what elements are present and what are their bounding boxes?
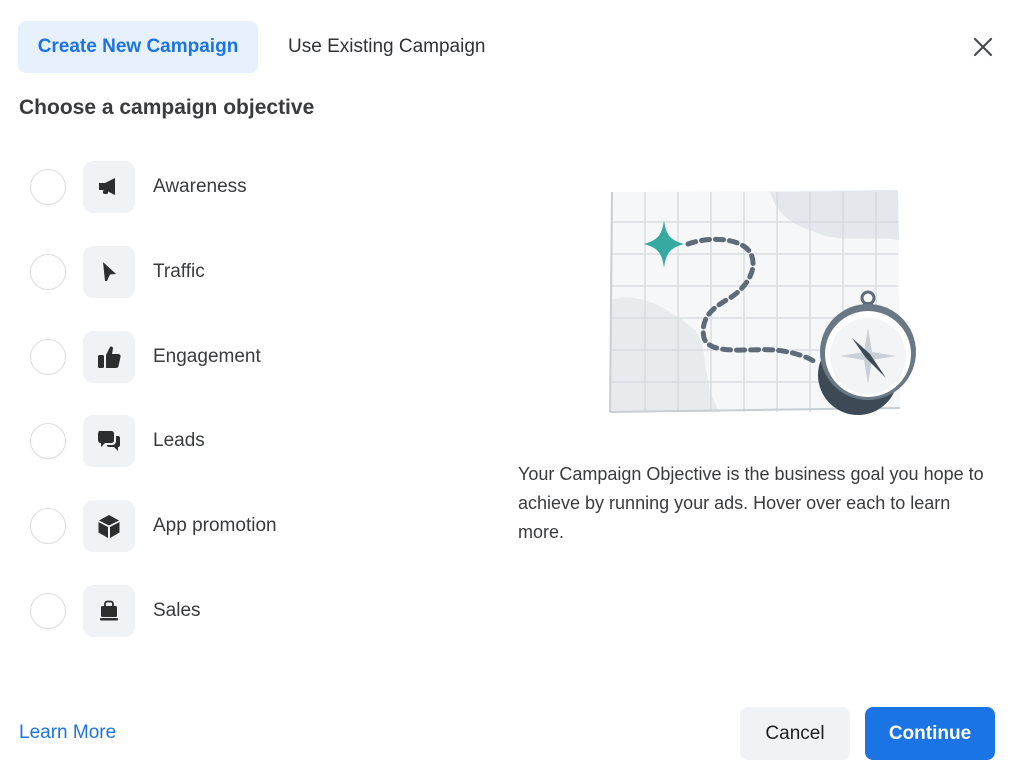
objective-label: Engagement [153,346,261,367]
radio-button[interactable] [30,423,66,459]
icon-container [83,500,135,552]
objective-label: Leads [153,430,205,451]
icon-container [83,415,135,467]
close-button[interactable] [966,30,1000,64]
objective-awareness[interactable]: Awareness [30,160,330,214]
objective-label: Awareness [153,176,247,197]
objective-leads[interactable]: Leads [30,414,330,468]
megaphone-icon [99,178,115,195]
objective-label: App promotion [153,515,277,536]
learn-more-link[interactable]: Learn More [19,722,116,744]
tab-use-existing-campaign[interactable]: Use Existing Campaign [270,21,503,73]
icon-container [83,585,135,637]
continue-button[interactable]: Continue [865,707,995,760]
chat-bubbles-icon [98,431,120,451]
thumbs-up-icon [98,346,121,368]
icon-container [83,161,135,213]
radio-button[interactable] [30,593,66,629]
objective-label: Traffic [153,261,205,282]
icon-container [83,246,135,298]
close-icon [973,37,993,57]
cursor-icon [103,262,116,281]
shopping-bag-icon [100,600,118,621]
cube-icon [98,515,120,538]
page-title: Choose a campaign objective [19,96,315,119]
cancel-button[interactable]: Cancel [740,707,850,760]
icon-container [83,331,135,383]
radio-button[interactable] [30,339,66,375]
objective-app-promotion[interactable]: App promotion [30,499,330,553]
objective-label: Sales [153,600,201,621]
radio-button[interactable] [30,254,66,290]
map-compass-illustration [609,190,916,415]
radio-button[interactable] [30,169,66,205]
objective-engagement[interactable]: Engagement [30,330,330,384]
radio-button[interactable] [30,508,66,544]
objective-traffic[interactable]: Traffic [30,245,330,299]
tab-create-new-campaign[interactable]: Create New Campaign [18,21,258,73]
objective-sales[interactable]: Sales [30,584,330,638]
objective-description: Your Campaign Objective is the business … [518,464,984,542]
